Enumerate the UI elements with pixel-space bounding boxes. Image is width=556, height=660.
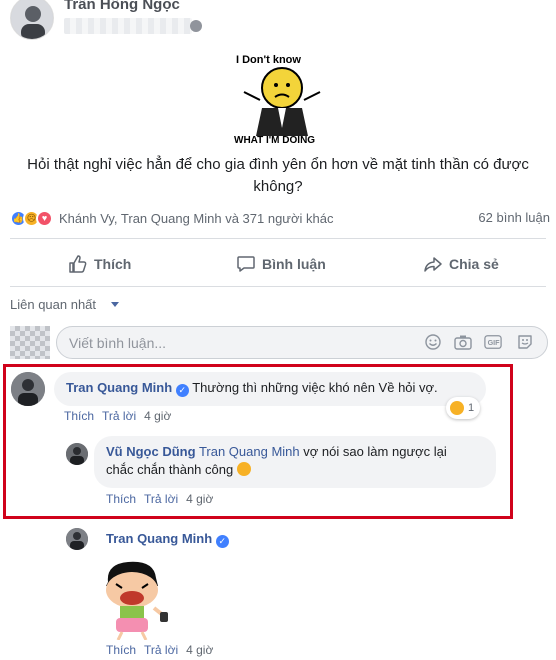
comment-meta: Thích Trả lời 4 giờ bbox=[106, 643, 213, 657]
comment-line-1: Vũ Ngọc Dũng Tran Quang Minh vợ nói sao … bbox=[106, 443, 484, 461]
comment-like-link[interactable]: Thích bbox=[64, 409, 94, 423]
comment-reply-link[interactable]: Trả lời bbox=[144, 492, 178, 506]
mention-link[interactable]: Tran Quang Minh bbox=[199, 444, 300, 459]
post-timestamp-blurred bbox=[64, 18, 192, 34]
share-arrow-icon bbox=[424, 257, 442, 272]
comment-button[interactable]: Bình luận bbox=[236, 252, 326, 276]
gif-icon[interactable]: GIF bbox=[484, 333, 502, 351]
love-reaction-icon: ♥ bbox=[36, 209, 53, 227]
sticker-caption-bottom: WHAT I'M DOING bbox=[234, 135, 315, 144]
comment-reaction-count: 1 bbox=[468, 402, 475, 414]
haha-reaction-icon bbox=[450, 401, 464, 415]
comment-button-label: Bình luận bbox=[262, 256, 326, 272]
divider bbox=[10, 238, 546, 239]
commenter-avatar[interactable] bbox=[66, 443, 88, 465]
comment-time[interactable]: 4 giờ bbox=[186, 492, 213, 506]
commenter-name[interactable]: Vũ Ngọc Dũng bbox=[106, 444, 196, 459]
reactions-summary[interactable]: 👍 ☹ ♥ Khánh Vy, Tran Quang Minh và 371 n… bbox=[10, 208, 334, 228]
author-avatar[interactable] bbox=[10, 0, 54, 40]
comment-header: Tran Quang Minh ✓ bbox=[106, 531, 229, 548]
comment-bubble: Tran Quang Minh ✓ Thường thì những việc … bbox=[54, 372, 486, 406]
camera-icon[interactable] bbox=[454, 333, 472, 351]
like-thumb-icon bbox=[69, 255, 87, 273]
comment-reply-link[interactable]: Trả lời bbox=[144, 643, 178, 657]
share-button-label: Chia sẻ bbox=[449, 256, 499, 272]
comment-text-line-2: chắc chắn thành công bbox=[106, 462, 234, 477]
author-name[interactable]: Trần Hồng Ngọc bbox=[64, 0, 180, 13]
comment-time[interactable]: 4 giờ bbox=[186, 643, 213, 657]
crying-emoji-icon bbox=[236, 462, 251, 476]
like-button[interactable]: Thích bbox=[68, 252, 131, 276]
comment-sticker-image bbox=[106, 561, 168, 640]
commenter-avatar[interactable] bbox=[11, 372, 45, 406]
divider bbox=[10, 286, 546, 287]
comment-like-link[interactable]: Thích bbox=[106, 643, 136, 657]
commenter-name[interactable]: Tran Quang Minh bbox=[66, 380, 172, 395]
comment-sort-dropdown[interactable]: Liên quan nhất bbox=[10, 297, 96, 312]
post-sticker-image: I Don't know WHAT I'M DOING bbox=[234, 54, 321, 144]
svg-text:GIF: GIF bbox=[488, 338, 501, 347]
privacy-globe-icon bbox=[190, 20, 202, 32]
current-user-avatar bbox=[10, 326, 50, 359]
comment-like-link[interactable]: Thích bbox=[106, 492, 136, 506]
comment-line-2: chắc chắn thành công bbox=[106, 461, 484, 479]
comment-reaction-badge[interactable]: 1 bbox=[446, 397, 481, 419]
comment-meta: Thích Trả lời 4 giờ bbox=[106, 492, 213, 506]
chevron-down-icon[interactable] bbox=[111, 302, 119, 307]
comment-time[interactable]: 4 giờ bbox=[144, 409, 171, 423]
comment-text-line-1: vợ nói sao làm ngược lại bbox=[303, 444, 447, 459]
post-text: Hỏi thật nghỉ việc hẳn để cho gia đình y… bbox=[27, 156, 529, 195]
comment-bubble-icon bbox=[237, 256, 255, 272]
commenter-avatar[interactable] bbox=[66, 528, 88, 550]
reactions-text[interactable]: Khánh Vy, Tran Quang Minh và 371 người k… bbox=[59, 211, 334, 226]
comment-text: Thường thì những việc khó nên Về hỏi vợ. bbox=[192, 380, 438, 395]
verified-icon: ✓ bbox=[175, 384, 189, 397]
comment-meta: Thích Trả lời 4 giờ bbox=[64, 409, 171, 423]
comment-input[interactable]: Viết bình luận... bbox=[56, 326, 548, 359]
sticker-caption-top: I Don't know bbox=[236, 54, 301, 66]
comment-bubble: Vũ Ngọc Dũng Tran Quang Minh vợ nói sao … bbox=[94, 436, 496, 488]
like-button-label: Thích bbox=[94, 256, 132, 272]
emoji-icon[interactable] bbox=[424, 333, 442, 351]
sticker-icon[interactable] bbox=[516, 333, 534, 351]
verified-icon: ✓ bbox=[215, 535, 229, 548]
comment-reply-link[interactable]: Trả lời bbox=[102, 409, 136, 423]
commenter-name[interactable]: Tran Quang Minh bbox=[106, 531, 212, 546]
comment-count[interactable]: 62 bình luận bbox=[478, 210, 550, 225]
share-button[interactable]: Chia sẻ bbox=[423, 252, 499, 276]
